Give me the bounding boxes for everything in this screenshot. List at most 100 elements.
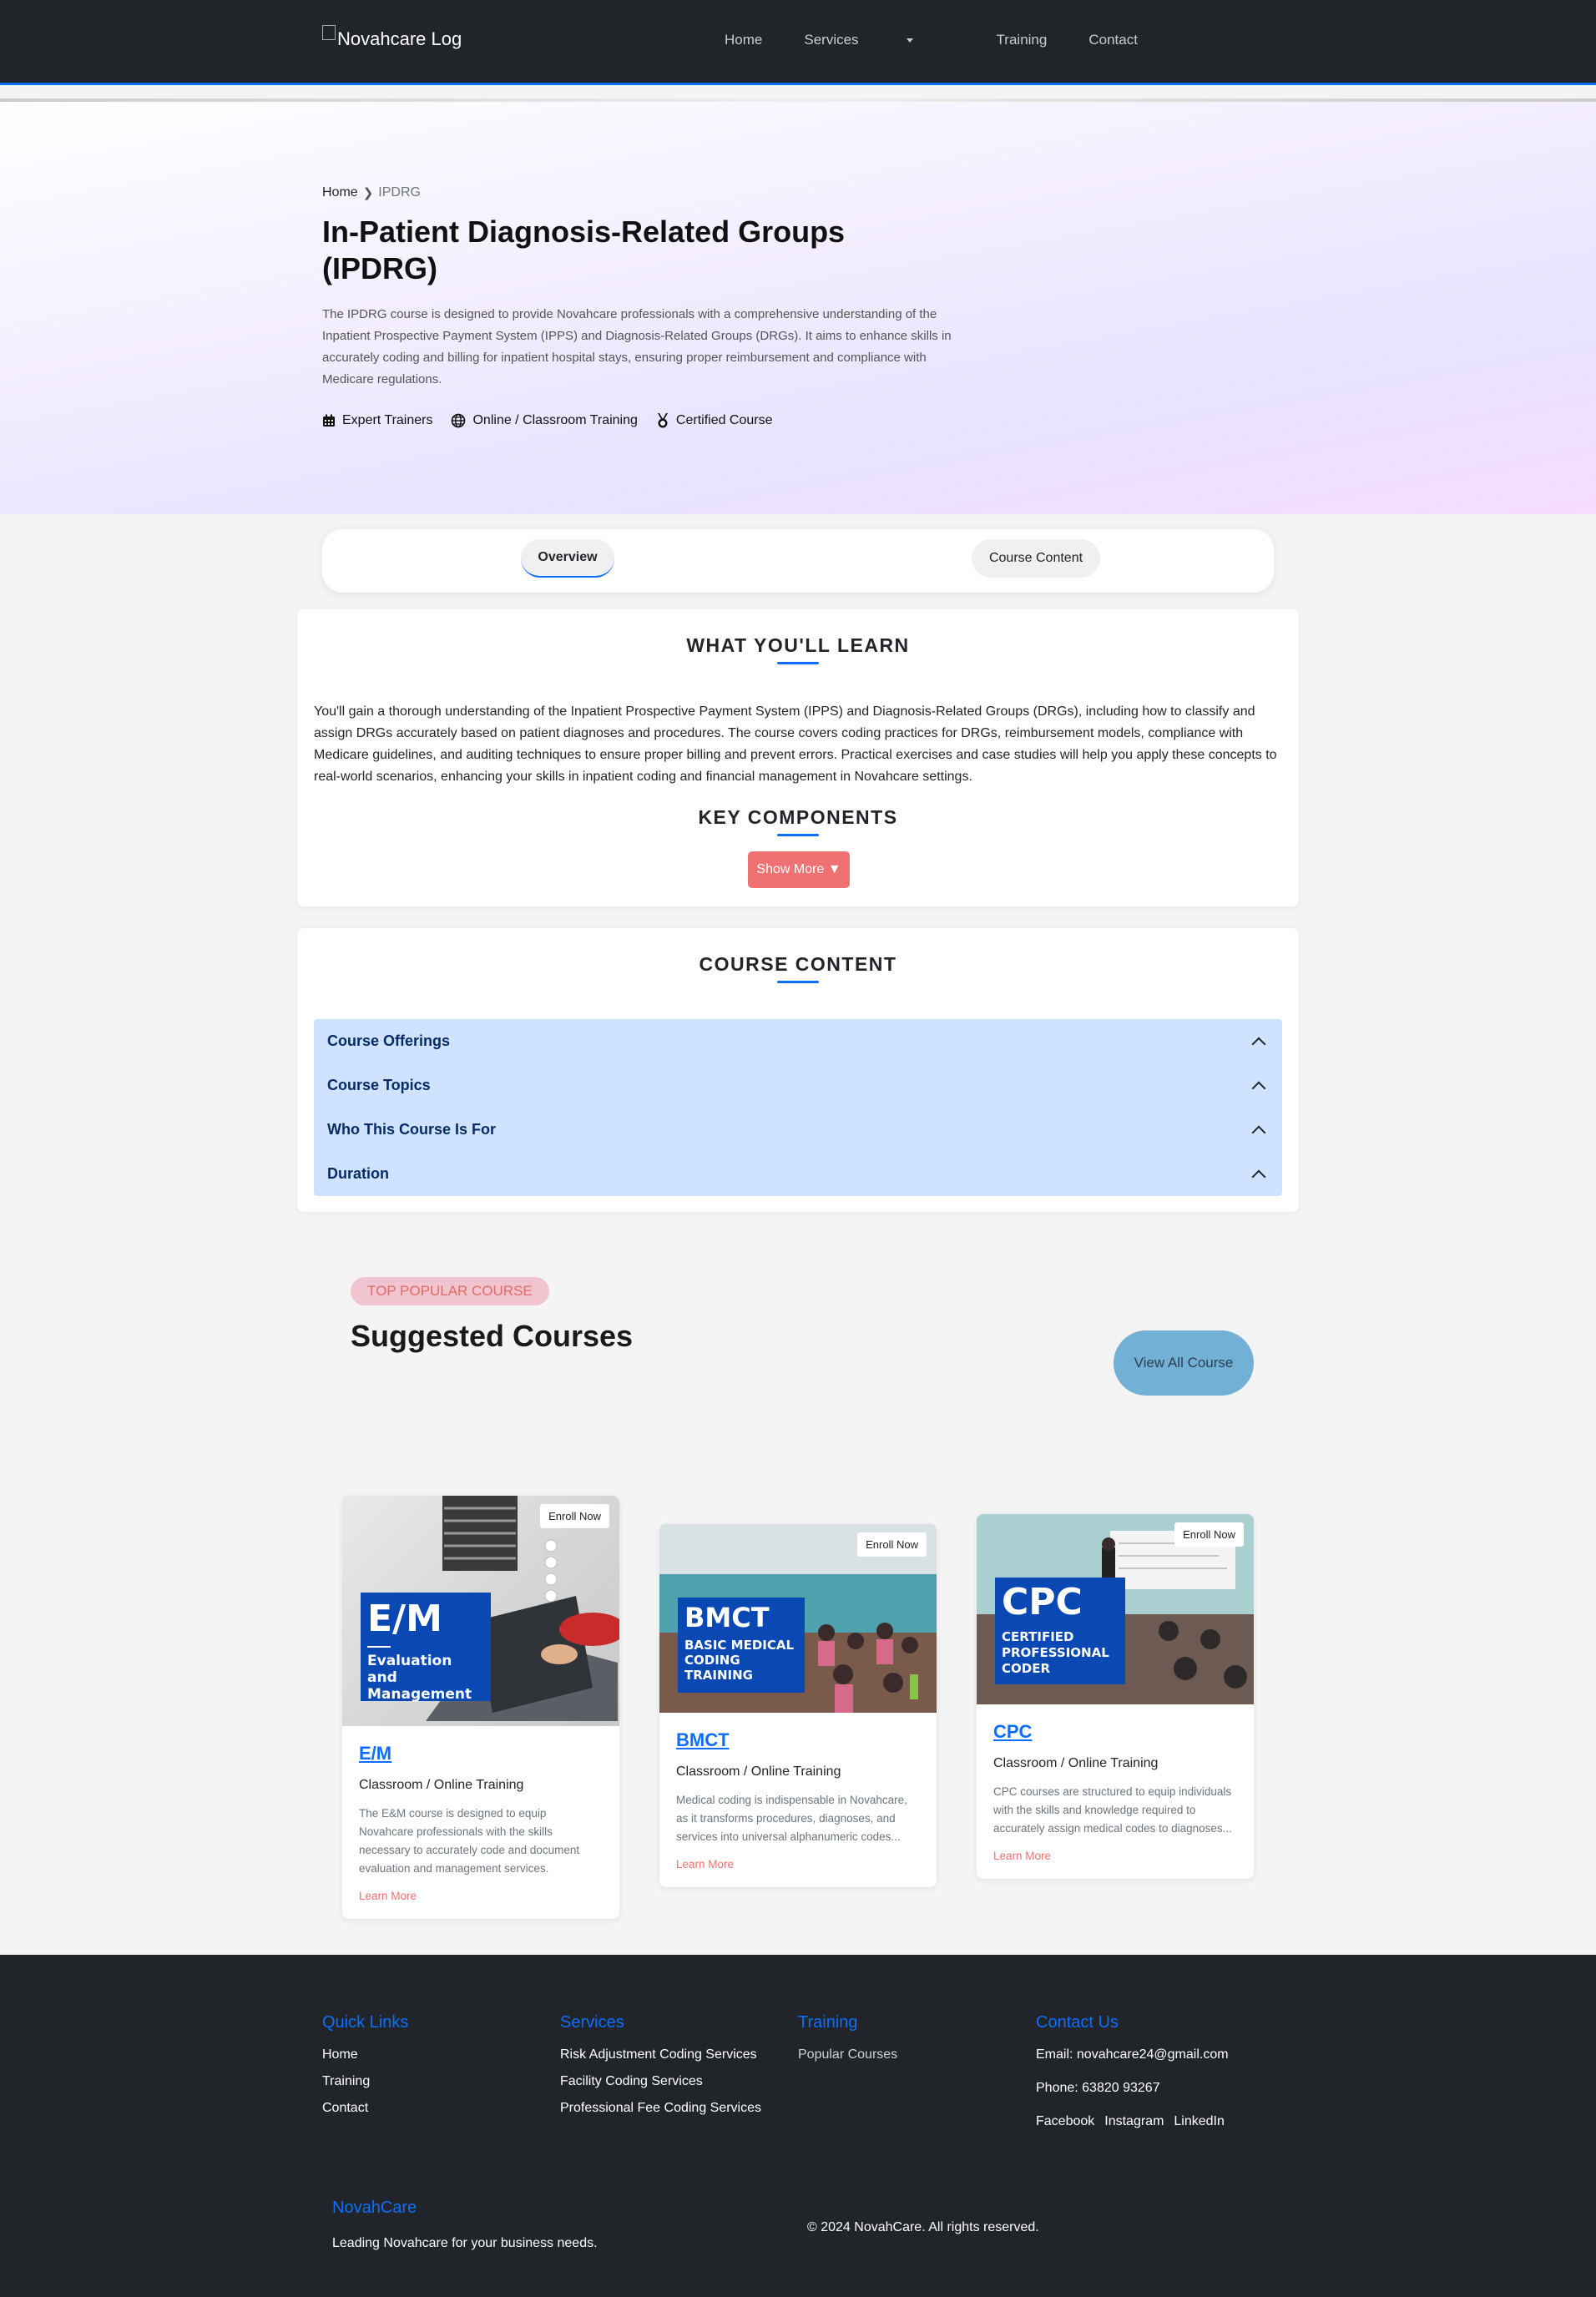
footer-heading: Contact Us [1036,2013,1119,2032]
badge-big-text: BMCT [684,1602,770,1633]
footer-email: Email: novahcare24@gmail.com [1036,2047,1229,2062]
course-card-cpc: CPC CERTIFIED PROFESSIONAL CODER Enroll … [977,1514,1254,1879]
footer-link-popular-courses[interactable]: Popular Courses [798,2047,897,2062]
em-badge: E/M Evaluation and Management [361,1593,491,1703]
chevron-up-icon [1251,1037,1266,1051]
caret-down-icon [906,38,913,43]
course-image: CPC CERTIFIED PROFESSIONAL CODER Enroll … [977,1514,1254,1704]
tab-course-content[interactable]: Course Content [972,539,1100,578]
footer-contact: Contact Us Email: novahcare24@gmail.com … [1036,2013,1235,2129]
course-body: BMCT Classroom / Online Training Medical… [659,1713,937,1887]
show-more-button[interactable]: Show More ▼ [748,851,850,888]
learn-more-link[interactable]: Learn More [359,1890,603,1902]
breadcrumb-home[interactable]: Home [322,185,358,200]
feature-label: Certified Course [675,413,773,427]
footer-phone: Phone: 63820 93267 [1036,2081,1160,2095]
feature-expert-trainers: Expert Trainers [322,413,432,428]
accordion-who-for[interactable]: Who This Course Is For [314,1108,1282,1152]
chevron-right-icon: ❯ [362,186,374,200]
medal-icon [656,413,669,428]
feature-training-mode: Online / Classroom Training [451,413,638,428]
learn-heading: WHAT YOU'LL LEARN [686,634,910,656]
enroll-now-button[interactable]: Enroll Now [540,1504,609,1528]
broken-image-icon [322,25,336,40]
breadcrumb-current: IPDRG [378,185,421,199]
social-links: Facebook Instagram LinkedIn [1036,2114,1235,2129]
nav-services[interactable]: Services [804,32,954,48]
tab-bar: Overview Course Content [322,529,1274,593]
learn-more-link[interactable]: Learn More [676,1858,920,1870]
course-mode: Classroom / Online Training [676,1764,841,1779]
accordion-label: Course Offerings [327,1032,451,1049]
accordion-course-topics[interactable]: Course Topics [314,1063,1282,1108]
badge-small-text: CERTIFIED PROFESSIONAL CODER [1002,1629,1109,1676]
course-content-heading: COURSE CONTENT [699,953,897,975]
accordion-duration[interactable]: Duration [314,1152,1282,1196]
course-title-link[interactable]: CPC [993,1721,1237,1743]
footer-link-professional-fee[interactable]: Professional Fee Coding Services [560,2101,761,2116]
course-body: E/M Classroom / Online Training The E&M … [342,1726,619,1919]
course-description: Medical coding is indispensable in Novah… [676,1794,907,1843]
footer-heading: Services [560,2013,624,2032]
badge-divider [367,1646,391,1648]
navbar: Novahcare Log Home Services Training Con… [0,0,1596,85]
footer-services: Services Risk Adjustment Coding Services… [560,2013,761,2128]
enroll-now-button[interactable]: Enroll Now [1174,1522,1244,1547]
badge-big-text: CPC [1002,1581,1083,1623]
tab-overview[interactable]: Overview [521,539,614,578]
nav-training[interactable]: Training [997,32,1048,48]
footer-training: Training Popular Courses [798,2013,897,2074]
course-card-em: E/M Evaluation and Management Enroll Now… [342,1496,619,1919]
feature-list: Expert Trainers Online / Classroom Train… [322,413,791,428]
accordion-course-offerings[interactable]: Course Offerings [314,1019,1282,1063]
accordion-label: Duration [327,1165,389,1182]
footer-link-training[interactable]: Training [322,2074,408,2089]
course-content-card: COURSE CONTENT Course Offerings Course T… [297,928,1299,1212]
globe-icon [451,413,466,428]
course-description: The E&M course is designed to equip Nova… [359,1807,580,1875]
copyright: © 2024 NovahCare. All rights reserved. [807,2220,1039,2234]
course-mode: Classroom / Online Training [993,1756,1159,1770]
nav-contact[interactable]: Contact [1088,32,1138,48]
suggested-title: Suggested Courses [351,1319,634,1353]
cpc-badge: CPC CERTIFIED PROFESSIONAL CODER [995,1578,1125,1684]
course-mode: Classroom / Online Training [359,1778,524,1792]
footer-quick-links: Quick Links Home Training Contact [322,2013,408,2128]
linkedin-link[interactable]: LinkedIn [1174,2114,1225,2129]
footer-brand-name: NovahCare [332,2199,417,2217]
logo-alt-text: Novahcare Log [337,28,462,49]
heading-underline [777,834,819,836]
badge-big-text: E/M [367,1598,442,1640]
chevron-up-icon [1251,1169,1266,1184]
nav-links: Home Services Training Contact [725,32,1179,48]
page-title: In-Patient Diagnosis-Related Groups (IPD… [322,215,846,285]
footer-link-risk-adjustment[interactable]: Risk Adjustment Coding Services [560,2047,761,2062]
learn-card: WHAT YOU'LL LEARN You'll gain a thorough… [297,609,1299,906]
course-body: CPC Classroom / Online Training CPC cour… [977,1704,1254,1879]
hero-section: Home ❯ IPDRG In-Patient Diagnosis-Relate… [0,98,1596,514]
course-image: BMCT BASIC MEDICAL CODING TRAINING Enrol… [659,1524,937,1713]
course-title-link[interactable]: BMCT [676,1729,920,1751]
footer-link-home[interactable]: Home [322,2047,408,2062]
footer-link-contact[interactable]: Contact [322,2101,408,2116]
instagram-link[interactable]: Instagram [1104,2114,1164,2129]
view-all-course-button[interactable]: View All Course [1114,1330,1254,1396]
footer: Quick Links Home Training Contact Servic… [0,1955,1596,2297]
footer-heading: Training [798,2013,858,2032]
learn-more-link[interactable]: Learn More [993,1850,1237,1862]
footer-heading: Quick Links [322,2013,409,2032]
badge-small-text: Evaluation and Management [367,1653,472,1703]
nav-home[interactable]: Home [725,32,762,48]
logo[interactable]: Novahcare Log [322,25,462,50]
feature-label: Online / Classroom Training [472,413,638,427]
footer-link-facility-coding[interactable]: Facility Coding Services [560,2074,761,2089]
course-description: CPC courses are structured to equip indi… [993,1785,1232,1835]
calendar-icon [322,414,336,427]
course-image: E/M Evaluation and Management Enroll Now [342,1496,619,1726]
footer-tagline: Leading Novahcare for your business need… [332,2236,598,2250]
enroll-now-button[interactable]: Enroll Now [857,1532,927,1557]
badge-small-text: BASIC MEDICAL CODING TRAINING [684,1638,795,1683]
course-title-link[interactable]: E/M [359,1743,603,1764]
feature-label: Expert Trainers [342,413,433,427]
facebook-link[interactable]: Facebook [1036,2114,1094,2129]
